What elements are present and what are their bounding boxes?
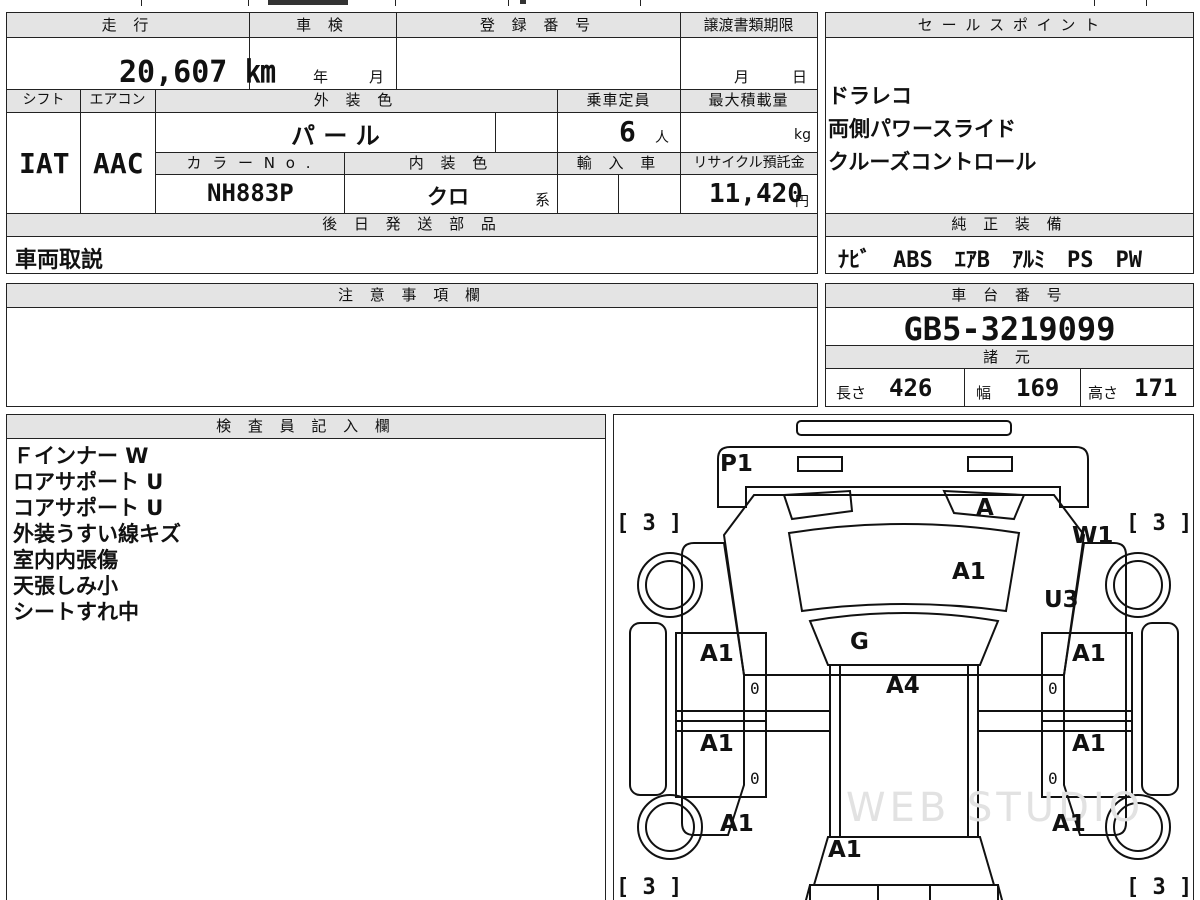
mark-front-right-fender: U3 [1044, 587, 1079, 613]
mark-front-right-door: A1 [1072, 641, 1106, 667]
mark-back-door: A1 [828, 837, 862, 863]
inspector-note: 外装うすい線キズ [13, 522, 181, 546]
damage-diagram: WEB STUDIO P1 A W1 A1 U3 G A4 A1 A1 A1 A… [613, 414, 1194, 900]
chassis-box: 車 台 番 号 GB5-3219099 諸 元 長さ 426 幅 169 高さ … [825, 283, 1194, 407]
aircon-header: エアコン [80, 90, 155, 112]
mark-rear-left-door: A1 [700, 731, 734, 757]
later-parts-header: 後 日 発 送 部 品 [7, 214, 817, 236]
later-parts-value: 車両取説 [15, 248, 104, 273]
zero-mark: 0 [1048, 679, 1058, 698]
notes-box: 注 意 事 項 欄 [6, 283, 818, 407]
notes-header: 注 意 事 項 欄 [7, 284, 817, 307]
capacity-unit: 人 [655, 130, 669, 146]
inspector-header: 検 査 員 記 入 欄 [7, 415, 605, 438]
capacity-value: 6 [619, 115, 636, 148]
zero-mark: 0 [1048, 769, 1058, 788]
length-value: 426 [889, 374, 933, 402]
mark-front-right: W1 [1072, 523, 1114, 549]
exterior-color-value: パ ー ル [291, 122, 380, 150]
aircon-value: AAC [93, 147, 144, 180]
shift-header: シフト [7, 90, 80, 112]
recycle-header: リサイクル預託金 [681, 153, 817, 174]
transfer-deadline-header: 譲渡書類期限 [680, 13, 817, 37]
chassis-no-value: GB5-3219099 [903, 310, 1116, 348]
width-value: 169 [1016, 374, 1060, 402]
genuine-equipment-value: ﾅﾋﾞ ABS ｴｱB ｱﾙﾐ PS PW [838, 248, 1142, 273]
interior-color-suffix: 系 [535, 191, 551, 209]
transfer-month: 月 [734, 68, 750, 86]
inspection-year: 年 [313, 68, 329, 86]
chassis-no-header: 車 台 番 号 [826, 284, 1193, 307]
mark-hood: A1 [952, 559, 986, 585]
specs-header: 諸 元 [826, 346, 1193, 368]
mark-front-bumper: P1 [720, 451, 753, 477]
color-no-header: カ ラ ー N o . [156, 153, 344, 174]
recycle-unit: 円 [795, 194, 809, 210]
mark-rear-left-quarter: A1 [720, 811, 754, 837]
registration-header: 登 録 番 号 [396, 13, 680, 37]
sales-point-item: クルーズコントロール [828, 150, 1037, 174]
sales-point-item: ドラレコ [828, 84, 912, 108]
interior-color-header: 内 装 色 [345, 153, 557, 174]
zero-mark: 0 [750, 769, 760, 788]
height-label: 高さ [1088, 384, 1119, 402]
inspector-note: コアサポート U [13, 496, 164, 520]
sales-points-box: セ ー ル ス ポ イ ン ト ドラレコ 両側パワースライド クルーズコントロー… [825, 12, 1194, 274]
inspector-note: Ｆインナー W [13, 444, 149, 468]
recycle-value: 11,420 [709, 179, 803, 209]
inspection-header: 車 検 [249, 13, 396, 37]
mark-roof: A4 [886, 673, 920, 699]
max-load-header: 最大積載量 [680, 90, 817, 112]
mileage-header: 走 行 [7, 13, 249, 37]
tire-front-left: [ 3 ] [616, 511, 683, 536]
transfer-day: 日 [792, 68, 808, 86]
vehicle-info-table: 走 行 車 検 登 録 番 号 譲渡書類期限 20,607 ㎞ 年 月 月 日 … [6, 12, 818, 274]
inspector-note: 室内内張傷 [13, 548, 118, 572]
top-strip [0, 0, 1200, 6]
inspector-box: 検 査 員 記 入 欄 Ｆインナー W ロアサポート U コアサポート U 外装… [6, 414, 606, 900]
exterior-color-header: 外 装 色 [155, 90, 557, 112]
mark-front-left-door: A1 [700, 641, 734, 667]
zero-mark: 0 [750, 679, 760, 698]
tire-rear-right: [ 3 ] [1126, 875, 1193, 900]
inspector-note: シートすれ中 [13, 600, 139, 624]
mileage-value: 20,607 ㎞ [119, 55, 276, 90]
mark-roof-front: G [850, 629, 869, 655]
inspector-notes: Ｆインナー W ロアサポート U コアサポート U 外装うすい線キズ 室内内張傷… [13, 443, 181, 625]
length-label: 長さ [836, 384, 867, 402]
import-header: 輸 入 車 [558, 153, 680, 174]
width-label: 幅 [976, 384, 992, 402]
diagram-watermark: WEB STUDIO [846, 785, 1145, 831]
interior-color-value: クロ [427, 185, 469, 209]
sales-points-header: セ ー ル ス ポ イ ン ト [826, 13, 1193, 37]
height-value: 171 [1134, 374, 1178, 402]
inspector-note: ロアサポート U [13, 470, 164, 494]
mark-windshield-corner: A [976, 495, 994, 521]
max-load-unit: kg [794, 127, 811, 143]
color-no-value: NH883P [207, 179, 294, 207]
sales-points-list: ドラレコ 両側パワースライド クルーズコントロール [828, 80, 1036, 179]
mark-rear-right-quarter: A1 [1052, 811, 1086, 837]
genuine-equipment-header: 純 正 装 備 [826, 214, 1193, 236]
tire-rear-left: [ 3 ] [616, 875, 683, 900]
inspection-month: 月 [369, 68, 385, 86]
sales-point-item: 両側パワースライド [828, 117, 1016, 141]
mark-rear-right-door: A1 [1072, 731, 1106, 757]
shift-value: IAT [19, 147, 70, 180]
inspector-note: 天張しみ小 [13, 574, 118, 598]
tire-front-right: [ 3 ] [1126, 511, 1193, 536]
capacity-header: 乗車定員 [557, 90, 680, 112]
